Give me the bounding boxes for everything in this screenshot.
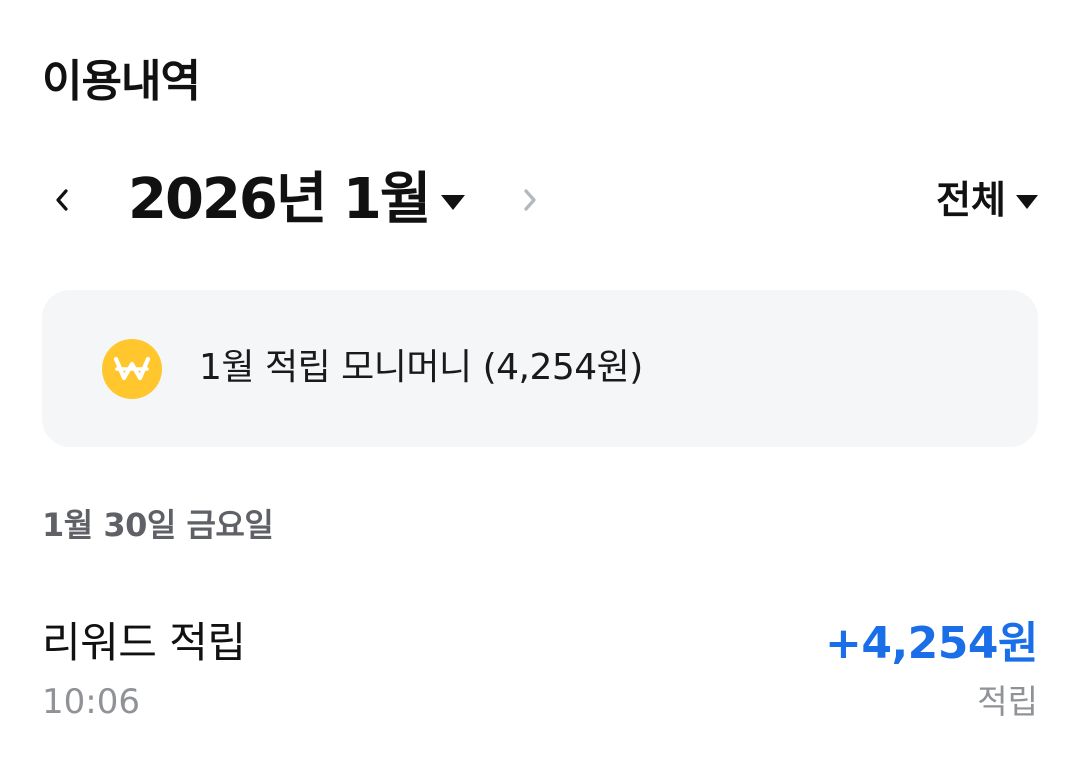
caret-down-icon xyxy=(1016,195,1038,209)
filter-dropdown[interactable]: 전체 xyxy=(936,176,1038,224)
current-month-label: 2026년 1월 xyxy=(128,167,431,232)
transaction-status: 적립 xyxy=(977,682,1038,721)
next-month-button[interactable] xyxy=(510,176,550,224)
transaction-amount: +4,254원 xyxy=(824,618,1039,669)
monthly-summary-card: 1월 적립 모니머니 (4,254원) xyxy=(42,290,1038,447)
month-picker-button[interactable]: 2026년 1월 xyxy=(128,166,466,234)
won-coin-icon xyxy=(102,339,162,399)
month-navigation: 2026년 1월 전체 xyxy=(0,160,1080,240)
monthly-reward-summary: 1월 적립 모니머니 (4,254원) xyxy=(199,347,643,388)
caret-down-icon xyxy=(441,194,466,210)
transaction-row[interactable]: 리워드 적립 10:06 +4,254원 적립 xyxy=(0,605,1080,735)
chevron-left-icon xyxy=(56,189,68,211)
transaction-title: 리워드 적립 xyxy=(42,618,246,667)
filter-label: 전체 xyxy=(936,178,1006,222)
date-group-header: 1월 30일 금요일 xyxy=(42,506,274,544)
chevron-right-icon xyxy=(524,189,536,211)
page-title: 이용내역 xyxy=(42,56,201,107)
previous-month-button[interactable] xyxy=(42,176,82,224)
transaction-time: 10:06 xyxy=(42,682,140,722)
